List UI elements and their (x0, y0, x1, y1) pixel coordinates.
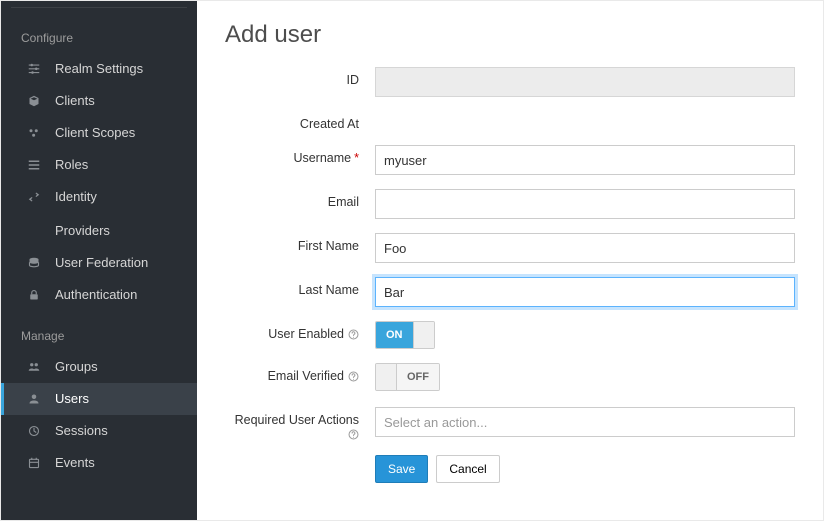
clock-icon (27, 424, 41, 438)
row-email: Email (225, 189, 795, 219)
first-name-input[interactable] (375, 233, 795, 263)
row-verified: Email Verified OFF (225, 363, 795, 393)
main-content: Add user ID Created At Username* Email F… (197, 1, 823, 520)
sidebar-item-label: Users (55, 391, 177, 407)
sidebar-item-label: Groups (55, 359, 177, 375)
label-first: First Name (225, 233, 375, 253)
help-icon[interactable] (348, 327, 359, 341)
sidebar-item-events[interactable]: Events (1, 447, 197, 479)
toggle-on-label: ON (376, 322, 413, 348)
help-icon[interactable] (348, 369, 359, 383)
sidebar-item-user-federation[interactable]: User Federation (1, 247, 197, 279)
user-icon (27, 392, 41, 406)
sidebar-item-label: Realm Settings (55, 61, 177, 77)
email-input[interactable] (375, 189, 795, 219)
list-icon (27, 158, 41, 172)
label-username: Username* (225, 145, 375, 165)
nav-manage: Groups Users Sessions Events (1, 351, 197, 479)
username-input[interactable] (375, 145, 795, 175)
label-enabled: User Enabled (225, 321, 375, 341)
required-actions-select[interactable]: Select an action... (375, 407, 795, 437)
sliders-icon (27, 62, 41, 76)
sidebar-item-roles[interactable]: Roles (1, 149, 197, 181)
label-verified: Email Verified (225, 363, 375, 383)
sidebar-item-identity-providers[interactable]: Identity Providers (1, 181, 197, 247)
label-actions: Required User Actions (225, 407, 375, 441)
id-field (375, 67, 795, 97)
email-verified-toggle[interactable]: OFF (375, 363, 440, 391)
last-name-input[interactable] (375, 277, 795, 307)
sidebar-item-label: Roles (55, 157, 177, 173)
row-enabled: User Enabled ON (225, 321, 795, 349)
cancel-button[interactable]: Cancel (436, 455, 499, 483)
database-icon (27, 256, 41, 270)
cube-icon (27, 94, 41, 108)
sidebar-item-label: Authentication (55, 287, 177, 303)
row-id: ID (225, 67, 795, 97)
toggle-knob (376, 364, 397, 390)
toggle-off-label: OFF (397, 364, 439, 390)
select-placeholder: Select an action... (384, 415, 487, 430)
row-last: Last Name (225, 277, 795, 307)
nav-configure: Realm Settings Clients Client Scopes Rol… (1, 53, 197, 311)
toggle-knob (413, 322, 434, 348)
sidebar-item-client-scopes[interactable]: Client Scopes (1, 117, 197, 149)
sidebar-item-sessions[interactable]: Sessions (1, 415, 197, 447)
section-configure: Configure (1, 13, 197, 53)
label-last: Last Name (225, 277, 375, 297)
exchange-icon (27, 190, 41, 204)
sidebar-item-label: Identity (55, 189, 177, 205)
row-created: Created At (225, 111, 795, 131)
help-icon[interactable] (348, 427, 359, 441)
label-created: Created At (225, 111, 375, 131)
button-row: Save Cancel (375, 455, 795, 483)
sidebar-item-users[interactable]: Users (1, 383, 197, 415)
sidebar: Configure Realm Settings Clients Client … (1, 1, 197, 520)
sidebar-item-label: Client Scopes (55, 125, 177, 141)
scopes-icon (27, 126, 41, 140)
page-title: Add user (225, 21, 795, 49)
label-id: ID (225, 67, 375, 87)
save-button[interactable]: Save (375, 455, 428, 483)
label-email: Email (225, 189, 375, 209)
row-actions: Required User Actions Select an action..… (225, 407, 795, 441)
sidebar-item-label-2: Providers (27, 223, 177, 239)
user-enabled-toggle[interactable]: ON (375, 321, 435, 349)
sidebar-item-groups[interactable]: Groups (1, 351, 197, 383)
sidebar-item-label: Clients (55, 93, 177, 109)
sidebar-item-clients[interactable]: Clients (1, 85, 197, 117)
sidebar-item-authentication[interactable]: Authentication (1, 279, 197, 311)
calendar-icon (27, 456, 41, 470)
row-first: First Name (225, 233, 795, 263)
group-icon (27, 360, 41, 374)
sidebar-item-label: Events (55, 455, 177, 471)
row-username: Username* (225, 145, 795, 175)
lock-icon (27, 288, 41, 302)
section-manage: Manage (1, 311, 197, 351)
sidebar-item-label: Sessions (55, 423, 177, 439)
sidebar-item-realm-settings[interactable]: Realm Settings (1, 53, 197, 85)
required-star: * (354, 151, 359, 165)
sidebar-item-label: User Federation (55, 255, 177, 271)
